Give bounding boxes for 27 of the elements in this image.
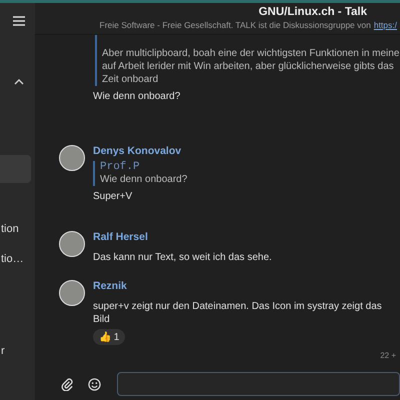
message-text: Super+V — [93, 190, 134, 203]
room-topic: Freie Software - Freie Gesellschaft. TALK ist die Diskussionsgruppe von — [100, 20, 371, 30]
author-name[interactable]: Denys Konovalov — [93, 145, 396, 157]
sidebar-item[interactable]: r — [1, 345, 5, 357]
sidebar-item[interactable]: tion — [1, 223, 19, 235]
menu-icon[interactable] — [13, 16, 25, 26]
avatar[interactable] — [59, 231, 85, 257]
topic-link[interactable]: https:/ — [374, 20, 397, 30]
message-text: Das kann nur Text, so weit ich das sehe. — [93, 251, 273, 264]
avatar[interactable] — [59, 280, 85, 306]
quote-text: Wie denn onboard? — [100, 173, 188, 186]
room-title: GNU/Linux.ch - Talk — [258, 6, 367, 18]
reaction-chip[interactable]: 👍 1 — [93, 329, 126, 345]
timestamp: 22 + — [379, 351, 396, 360]
paperclip-icon[interactable] — [61, 378, 74, 390]
avatar[interactable] — [59, 145, 85, 171]
quote-text: auf Arbeit lerider mit Win arbeiten, aber glücklicherweise gibts das — [102, 60, 395, 73]
quote-text: Zeit onboard — [102, 73, 160, 86]
author-name[interactable]: Reznik — [93, 280, 396, 292]
sidebar-item[interactable]: tio… — [1, 253, 24, 265]
author-name[interactable]: Ralf Hersel — [93, 231, 396, 243]
quote-author: Prof.P — [100, 161, 141, 173]
message-input[interactable] — [117, 372, 400, 396]
message-text: super+v zeigt nur den Dateinamen. Das Icon im systray zeigt das Bild — [93, 300, 383, 326]
chevron-up-icon[interactable] — [14, 79, 24, 85]
smiley-icon[interactable] — [88, 378, 101, 390]
message-text: Wie denn onboard? — [93, 90, 182, 103]
